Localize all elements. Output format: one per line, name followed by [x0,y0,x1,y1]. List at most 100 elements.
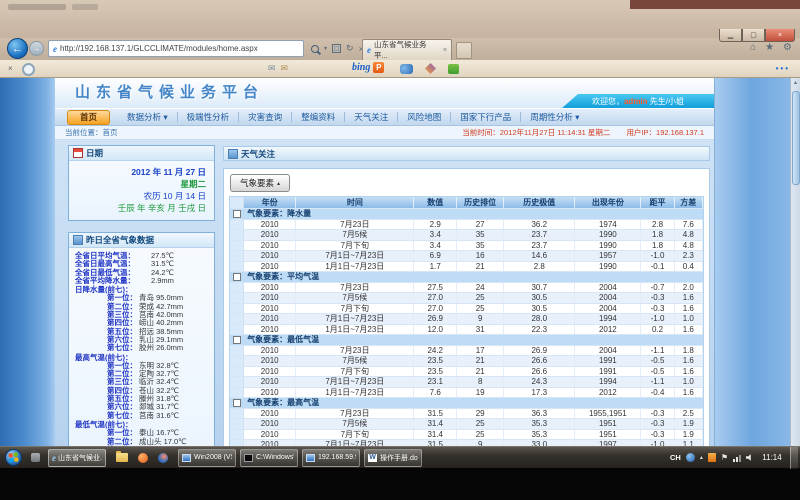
new-tab-button[interactable] [456,42,472,59]
browser-tab[interactable]: e 山东省气候业务平... × [362,39,452,60]
language-indicator[interactable]: CH [670,453,681,462]
send-icon[interactable]: ✉ [281,63,289,74]
close-button[interactable]: × [765,29,795,42]
compatibility-view-icon[interactable] [332,44,341,53]
toolbar-close-icon[interactable]: × [8,64,13,73]
command-prompt-icon [244,454,253,462]
collapse-icon: ▴ [277,180,280,187]
column-header-2[interactable]: 数值 [414,197,457,208]
table-row[interactable]: 20107月23日2.92736.219742.87.6 [230,220,703,231]
blocked-icon[interactable] [22,63,35,76]
back-button[interactable]: ← [7,38,28,59]
weather-watch-icon [228,149,238,159]
nav-tab-4[interactable]: 整编资料 [291,112,344,122]
bing-p-icon[interactable]: P [373,62,384,73]
section-checkbox[interactable] [233,336,241,344]
orange-app-icon[interactable] [138,453,148,463]
maximize-button[interactable]: ▢ [742,29,765,42]
camera-addon-icon[interactable] [400,64,413,74]
taskbar-button-1[interactable]: C:\Windows\s... [240,449,298,467]
minimize-button[interactable]: ▁ [719,29,742,42]
hidden-icons-arrow[interactable]: ▴ [700,454,703,461]
column-header-4[interactable]: 历史极值 [504,197,575,208]
table-row[interactable]: 20107月下旬23.52126.61991-0.51.6 [230,367,703,378]
spark-addon-icon[interactable] [425,63,436,74]
column-header-3[interactable]: 历史排位 [457,197,504,208]
nav-tab-3[interactable]: 灾害查询 [238,112,291,122]
cell: 22.3 [504,325,575,335]
quick-icons: ⌂ ★ ⚙ [750,42,792,53]
section-checkbox[interactable] [233,210,241,218]
scrollbar-thumb[interactable] [792,91,800,185]
action-center-flag-icon[interactable]: ⚑ [721,453,728,462]
taskbar-button-2[interactable]: 192.168.59.99... [302,449,360,467]
forward-button[interactable]: → [29,41,44,56]
cell: 7月5候 [296,356,414,366]
sidebar: 日期 2012 年 11 月 27 日 星期二 农历 10 月 14 日 壬辰 … [68,145,215,446]
bing-logo[interactable]: bing [352,62,370,73]
nav-tab-5[interactable]: 天气关注 [344,112,397,122]
column-header-5[interactable]: 出现年份 [575,197,641,208]
table-row[interactable]: 20101月1日~7月23日7.61917.32012-0.41.6 [230,388,703,399]
mail-icon[interactable]: ✉ [268,63,276,74]
home-icon[interactable]: ⌂ [750,42,756,53]
taskbar-active-window[interactable]: e 山东省气候业... [48,449,106,467]
windows-logo-icon [8,452,18,462]
nav-tab-8[interactable]: 周期性分析 ▾ [520,112,588,122]
table-row[interactable]: 20107月下旬31.42535.31951-0.31.9 [230,430,703,441]
pinned-app-icon[interactable] [31,453,40,462]
tab-close-icon[interactable]: × [443,47,447,54]
taskbar-clock[interactable]: 11:14 [759,453,785,462]
search-dropdown-icon[interactable]: ▾ [324,45,327,52]
favorites-icon[interactable]: ★ [765,42,774,53]
more-icon[interactable]: ••• [776,64,790,73]
table-row[interactable]: 20107月下旬27.02530.52004-0.31.6 [230,304,703,315]
table-row[interactable]: 20107月5候31.42535.31951-0.31.9 [230,419,703,430]
cell: 26.9 [414,314,457,324]
table-row[interactable]: 20107月下旬3.43523.719901.84.8 [230,241,703,252]
taskbar-button-0[interactable]: Win2008 (VS2... [178,449,236,467]
start-button[interactable] [5,449,22,466]
section-checkbox[interactable] [233,273,241,281]
section-checkbox[interactable] [233,399,241,407]
table-row[interactable]: 20107月1日~7月23日26.9928.01994-1.01.0 [230,314,703,325]
cell: 29 [457,409,504,419]
row-spacer [230,377,244,387]
table-row[interactable]: 20107月5候23.52126.61991-0.51.6 [230,356,703,367]
show-desktop-button[interactable] [790,447,798,469]
tray-app-icon[interactable] [686,453,695,462]
column-header-7[interactable]: 方差 [675,197,703,208]
table-row[interactable]: 20107月23日24.21726.92004-1.11.8 [230,346,703,357]
network-icon[interactable] [733,454,741,462]
taskbar-button-3[interactable]: W操作手册.docx ... [364,449,422,467]
column-header-0[interactable]: 年份 [244,197,296,208]
cell: 1.0 [675,314,703,324]
nav-tab-1[interactable]: 数据分析 ▾ [118,112,177,122]
address-bar[interactable]: e http://192.168.137.1/GLCCLIMATE/module… [48,40,304,57]
refresh-icon[interactable]: ↻ [346,43,354,54]
explorer-folder-icon[interactable] [116,453,128,462]
tray-security-icon[interactable] [708,453,716,462]
column-header-6[interactable]: 距平 [641,197,674,208]
table-row[interactable]: 20107月5候27.02530.52004-0.31.6 [230,293,703,304]
table-row[interactable]: 20101月1日~7月23日1.7212.81990-0.10.4 [230,262,703,273]
volume-icon[interactable] [746,454,754,462]
table-row[interactable]: 20101月1日~7月23日12.03122.320120.21.6 [230,325,703,336]
search-icon[interactable] [311,45,319,53]
vertical-scrollbar[interactable]: ▴ [790,78,800,446]
nav-tab-7[interactable]: 国家下行产品 [450,112,520,122]
table-row[interactable]: 20107月5候3.43523.719901.84.8 [230,230,703,241]
table-row[interactable]: 20107月23日27.52430.72004-0.72.0 [230,283,703,294]
element-filter-button[interactable]: 气象要素 ▴ [230,174,290,192]
table-row[interactable]: 20107月23日31.52936.31955,1951-0.32.5 [230,409,703,420]
tools-icon[interactable]: ⚙ [783,42,792,53]
nav-tab-6[interactable]: 风险地图 [397,112,450,122]
column-header-1[interactable]: 时间 [296,197,414,208]
nav-tab-0[interactable]: 首页 [67,110,110,125]
table-row[interactable]: 20107月1日~7月23日6.91614.61957-1.02.3 [230,251,703,262]
nav-tab-2[interactable]: 极端性分析 [177,112,239,122]
scroll-up-icon[interactable]: ▴ [791,79,800,88]
table-row[interactable]: 20107月1日~7月23日23.1824.31994-1.11.0 [230,377,703,388]
media-player-icon[interactable] [158,453,168,463]
puzzle-addon-icon[interactable] [448,64,459,74]
